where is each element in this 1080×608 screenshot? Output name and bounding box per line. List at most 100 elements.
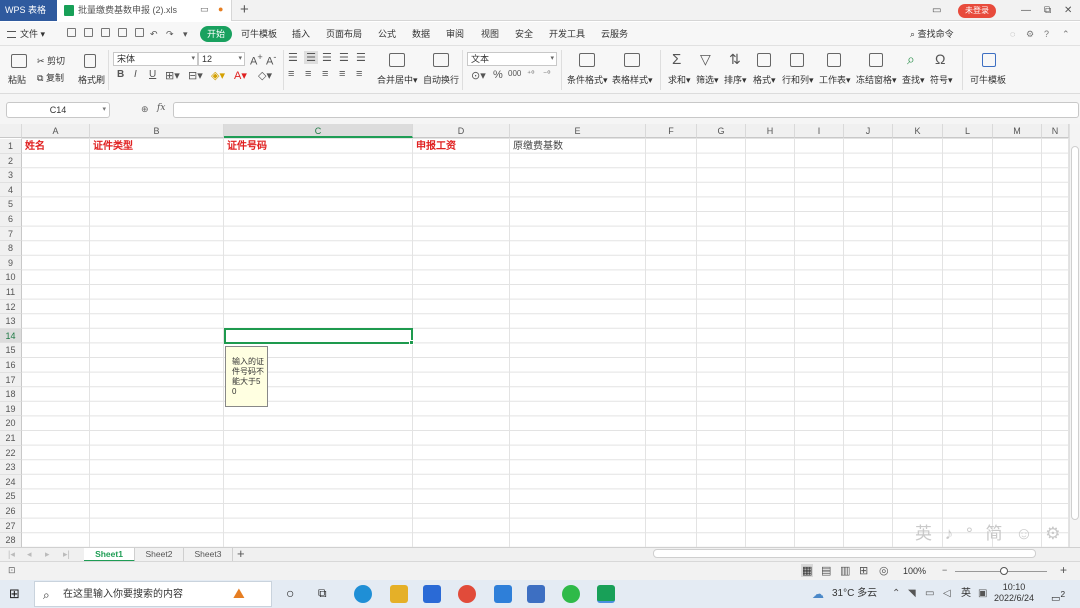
column-header-b[interactable]: B [90,124,224,138]
name-box[interactable]: C14 ▾ [6,102,110,118]
indent-icon[interactable]: ☰ [339,51,349,64]
unsaved-dot-icon[interactable]: ● [218,4,223,14]
align-top-icon[interactable]: ☰ [288,51,298,64]
taskbar-search-box[interactable]: ⌕ 在这里输入你要搜索的内容 ⛰ [34,581,272,607]
row-header-23[interactable]: 23 [0,460,22,475]
row-header-22[interactable]: 22 [0,445,22,461]
cut-button[interactable]: ✂ 剪切 [37,54,65,67]
sheet-tab-sheet1[interactable]: Sheet1 [84,548,135,562]
column-header-h[interactable]: H [746,124,795,138]
format-button[interactable]: 格式▾ [753,73,776,86]
windows-start-icon[interactable]: ⊞ [9,586,20,602]
align-center-icon[interactable]: ≡ [305,68,311,80]
filter-button[interactable]: 筛选▾ [696,73,719,86]
ime-indicator[interactable]: 英 [961,580,971,608]
new-tab-plus-icon[interactable]: + [240,1,249,18]
zoom-slider-knob[interactable] [1000,567,1008,575]
volume-icon[interactable]: ◁ [943,580,951,608]
help-icon[interactable]: ? [1044,22,1049,46]
border-icon[interactable]: ⊞▾ [165,69,180,82]
align-bottom-icon[interactable]: ☰ [322,51,332,64]
row-header-12[interactable]: 12 [0,299,22,315]
normal-view-icon[interactable]: ▦ [801,564,814,577]
wps-writer-icon[interactable] [527,585,545,603]
table-style-button[interactable]: 表格样式▾ [612,73,653,86]
first-sheet-icon[interactable]: |◂ [8,549,15,560]
bold-icon[interactable]: B [117,69,124,80]
row-header-16[interactable]: 16 [0,358,22,373]
print-preview-icon[interactable] [135,28,144,37]
cell-d1[interactable]: 申报工资 [413,139,456,154]
find-button[interactable]: 查找▾ [902,73,925,86]
rows-cols-button[interactable]: 行和列▾ [782,73,814,86]
fill-handle[interactable] [409,340,414,345]
percent-icon[interactable]: % [493,69,503,81]
weather-icon[interactable]: ☁ [812,580,824,608]
page-layout-view-icon[interactable]: ▤ [821,564,831,577]
cortana-icon[interactable]: ○ [286,585,294,601]
open-icon[interactable] [67,28,76,37]
zoom-cell-icon[interactable]: ⊕ [141,104,149,115]
column-header-e[interactable]: E [510,124,646,138]
cell-c1[interactable]: 证件号码 [224,139,267,154]
minimize-icon[interactable]: — [1021,0,1031,21]
tab-view[interactable]: 视图 [481,22,499,46]
task-view-icon[interactable]: ⧉ [318,586,327,601]
align-middle-icon[interactable]: ☰ [304,51,318,64]
tab-start[interactable]: 开始 [200,26,232,42]
weather-text[interactable]: 31°C 多云 [832,580,877,608]
symbol-button[interactable]: 符号▾ [930,73,953,86]
tab-developer[interactable]: 开发工具 [549,22,585,46]
select-all-corner[interactable] [0,124,22,138]
increase-decimal-icon[interactable]: ⁺⁰ [527,69,534,78]
add-sheet-icon[interactable]: + [237,546,245,561]
row-header-7[interactable]: 7 [0,226,22,242]
vertical-scroll-thumb[interactable] [1071,146,1079,520]
sort-icon[interactable]: ⇅ [729,51,741,68]
font-size-select[interactable]: 12 ▾ [198,52,245,66]
next-sheet-icon[interactable]: ▸ [45,549,50,560]
file-explorer-icon[interactable] [390,585,408,603]
row-header-18[interactable]: 18 [0,387,22,402]
row-header-2[interactable]: 2 [0,153,22,169]
row-header-11[interactable]: 11 [0,285,22,300]
merge-center-icon[interactable] [389,53,405,67]
comment-icon[interactable]: ▭ [200,4,209,15]
row-header-25[interactable]: 25 [0,489,22,504]
horizontal-scrollbar[interactable] [653,549,1036,558]
save-icon[interactable] [84,28,93,37]
find-icon[interactable]: ⌕ [907,51,915,68]
distributed-icon[interactable]: ≡ [356,68,362,80]
row-header-10[interactable]: 10 [0,270,22,285]
column-header-c[interactable]: C [224,124,413,138]
keniu-template-button[interactable]: 可牛模板 [970,73,1006,86]
row-header-27[interactable]: 27 [0,518,22,534]
freeze-panes-icon[interactable] [869,53,883,67]
row-header-9[interactable]: 9 [0,255,22,271]
column-header-g[interactable]: G [697,124,746,138]
search-command[interactable]: ⌕ 查找命令 [910,22,954,46]
edge-icon[interactable] [354,585,372,603]
fill-pattern-icon[interactable]: ⊟▾ [188,69,203,82]
tab-cloud-services[interactable]: 云服务 [601,22,628,46]
worksheet-icon[interactable] [827,53,841,67]
row-header-28[interactable]: 28 [0,533,22,548]
column-header-m[interactable]: M [993,124,1042,138]
column-header-f[interactable]: F [646,124,697,138]
outdent-icon[interactable]: ☰ [356,51,366,64]
tray-expand-icon[interactable]: ⌃ [892,580,900,608]
zoom-out-icon[interactable]: − [942,565,947,575]
sheet-tab-sheet3[interactable]: Sheet3 [184,548,233,562]
align-right-icon[interactable]: ≡ [322,68,328,80]
clear-format-icon[interactable]: ◇▾ [258,69,272,82]
row-header-1[interactable]: 1 [0,139,22,154]
wechat-icon[interactable] [562,585,580,603]
row-header-19[interactable]: 19 [0,401,22,417]
decrease-decimal-icon[interactable]: ⁻⁰ [543,69,550,78]
conditional-format-icon[interactable] [579,53,595,67]
taskbar-clock[interactable]: 10:10 2022/6/24 [993,582,1035,604]
export-icon[interactable] [101,28,110,37]
row-header-24[interactable]: 24 [0,474,22,490]
align-left-icon[interactable]: ≡ [288,68,294,80]
store-icon[interactable] [423,585,441,603]
